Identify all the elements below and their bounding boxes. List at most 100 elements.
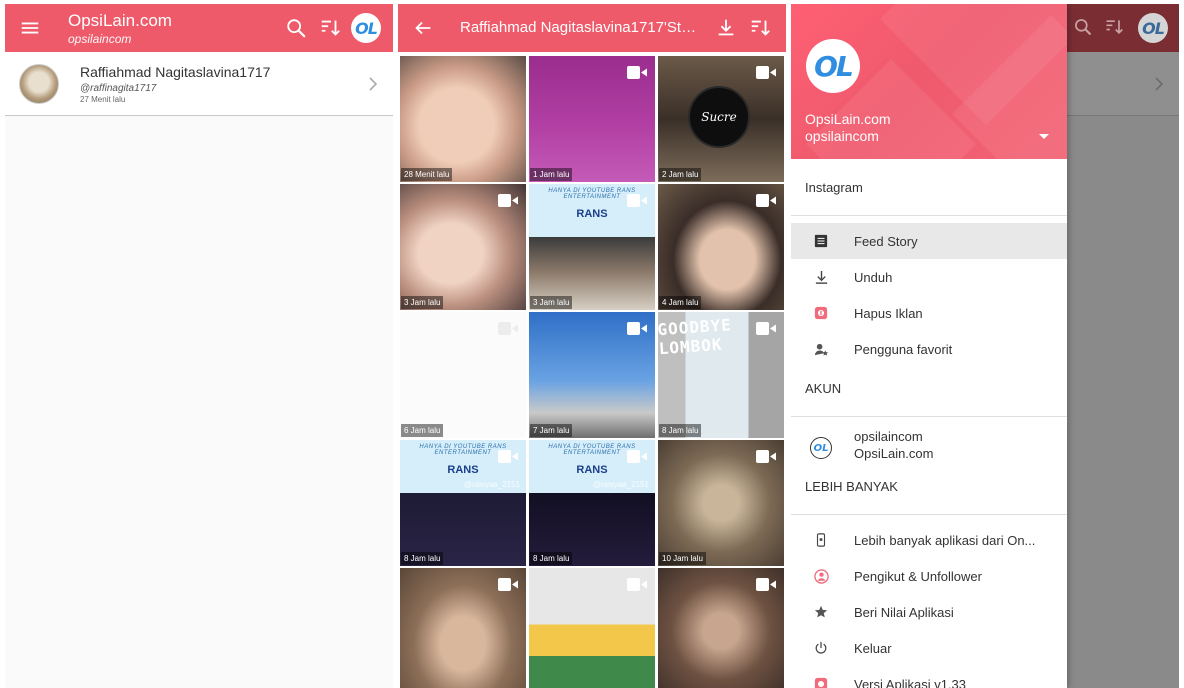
- app-title: OpsiLain.com: [68, 11, 172, 30]
- menu-label: Pengguna favorit: [854, 342, 953, 357]
- story-tile[interactable]: 1 Jam lalu: [529, 56, 655, 182]
- watermark-text: @raisyaa_2151: [463, 480, 520, 489]
- story-tile[interactable]: Sucre 2 Jam lalu: [658, 56, 784, 182]
- menu-item-feed-story[interactable]: Feed Story: [791, 223, 1067, 259]
- menu-label: Unduh: [854, 270, 893, 285]
- account-item[interactable]: OL opsilaincom OpsiLain.com: [791, 428, 1067, 468]
- story-time: 8 Jam lalu: [530, 552, 573, 565]
- sort-icon[interactable]: [748, 16, 772, 40]
- more-apps-icon: [813, 532, 829, 548]
- followers-icon: [813, 568, 829, 584]
- menu-label: Pengikut & Unfollower: [854, 569, 982, 584]
- video-icon: [627, 578, 647, 591]
- drawer-header: OL OpsiLain.com opsilaincom: [791, 4, 1067, 159]
- brand-text: RANS: [576, 208, 608, 220]
- video-icon: [756, 450, 776, 463]
- download-icon: [813, 269, 829, 285]
- avatar: [19, 64, 59, 104]
- story-tile[interactable]: HANYA DI YOUTUBE RANS ENTERTAINMENT RANS…: [529, 184, 655, 310]
- video-icon: [756, 66, 776, 79]
- app-bar: OpsiLain.com opsilaincom OL: [5, 4, 393, 52]
- menu-item-download[interactable]: Unduh: [791, 259, 1067, 295]
- power-icon: [813, 640, 829, 656]
- story-grid: 28 Menit lalu 1 Jam lalu Sucre 2 Jam lal…: [400, 56, 784, 688]
- story-time: 8 Jam lalu: [659, 424, 702, 437]
- story-tile[interactable]: 28 Menit lalu: [400, 56, 526, 182]
- section-instagram: Instagram: [805, 180, 863, 195]
- ad-banner: HANYA DI YOUTUBE RANS ENTERTAINMENT RANS…: [529, 440, 655, 493]
- navigation-drawer: OL OpsiLain.com opsilaincom Instagram Fe…: [791, 4, 1067, 688]
- story-tile[interactable]: HANYA DI YOUTUBE RANS ENTERTAINMENT RANS…: [529, 440, 655, 566]
- remove-ads-icon: [813, 305, 829, 321]
- menu-item-remove-ads[interactable]: Hapus Iklan: [791, 295, 1067, 331]
- feed-icon: [813, 233, 829, 249]
- search-icon[interactable]: [284, 16, 308, 40]
- video-icon: [627, 322, 647, 335]
- menu-item-rate-app[interactable]: Beri Nilai Aplikasi: [791, 594, 1067, 630]
- menu-label: Keluar: [854, 641, 892, 656]
- video-icon: [498, 450, 518, 463]
- video-icon: [756, 578, 776, 591]
- story-tile[interactable]: HANYA DI YOUTUBE RANS ENTERTAINMENT RANS…: [400, 440, 526, 566]
- story-tile[interactable]: 6 Jam lalu: [400, 312, 526, 438]
- story-time: 3 Jam lalu: [530, 296, 573, 309]
- story-time: 7 Jam lalu: [530, 424, 573, 437]
- profile-logo-icon[interactable]: OL: [351, 13, 381, 43]
- divider: [791, 215, 1067, 216]
- story-app-bar: Raffiahmad Nagitaslavina1717'Sto...: [398, 4, 786, 52]
- story-time: 8 Jam lalu: [401, 552, 444, 565]
- story-tile[interactable]: 7 Jam lalu: [529, 312, 655, 438]
- version-icon: [813, 676, 829, 688]
- drawer-logo-icon: OL: [806, 39, 860, 93]
- story-tile[interactable]: 10 Jam lalu: [658, 440, 784, 566]
- story-title: Raffiahmad Nagitaslavina1717'Sto...: [460, 19, 698, 36]
- video-icon: [627, 450, 647, 463]
- story-tile[interactable]: 4 Jam lalu: [658, 184, 784, 310]
- story-tile[interactable]: [529, 568, 655, 688]
- brand-text: RANS: [576, 464, 608, 476]
- logo-text: OL: [814, 49, 854, 83]
- ad-banner: HANYA DI YOUTUBE RANS ENTERTAINMENT RANS…: [400, 440, 526, 493]
- story-time: 2 Jam lalu: [659, 168, 702, 181]
- story-time: 28 Menit lalu: [401, 168, 453, 181]
- menu-item-version: Versi Aplikasi v1.33: [791, 666, 1067, 688]
- video-icon: [756, 194, 776, 207]
- story-tile[interactable]: [400, 568, 526, 688]
- menu-label: Feed Story: [854, 234, 918, 249]
- story-tile[interactable]: [658, 568, 784, 688]
- story-time: 1 Jam lalu: [530, 168, 573, 181]
- story-time: 6 Jam lalu: [401, 424, 444, 437]
- sort-icon[interactable]: [318, 16, 342, 40]
- download-icon[interactable]: [714, 16, 738, 40]
- story-time: 3 Jam lalu: [401, 296, 444, 309]
- back-arrow-icon[interactable]: [411, 16, 435, 40]
- menu-item-favorite-users[interactable]: Pengguna favorit: [791, 331, 1067, 367]
- ad-banner: HANYA DI YOUTUBE RANS ENTERTAINMENT RANS: [529, 184, 655, 237]
- story-tile[interactable]: 3 Jam lalu: [400, 184, 526, 310]
- chevron-right-icon: [369, 77, 378, 91]
- section-more: LEBIH BANYAK: [805, 479, 898, 494]
- menu-item-logout[interactable]: Keluar: [791, 630, 1067, 666]
- logo-text: OL: [355, 18, 378, 38]
- account-dropdown-icon[interactable]: [1039, 134, 1049, 139]
- video-icon: [756, 322, 776, 335]
- logo-text: OL: [813, 442, 829, 454]
- user-list-item[interactable]: Raffiahmad Nagitaslavina1717 @raffinagit…: [5, 52, 393, 116]
- user-list-screen: OpsiLain.com opsilaincom OL Raffiahmad N…: [5, 4, 393, 688]
- divider: [791, 416, 1067, 417]
- video-icon: [498, 322, 518, 335]
- menu-label: Hapus Iklan: [854, 306, 923, 321]
- story-tile[interactable]: GOODBYE LOMBOK 8 Jam lalu: [658, 312, 784, 438]
- menu-icon[interactable]: [18, 16, 42, 40]
- drawer-account-name: opsilaincom: [805, 128, 879, 144]
- story-grid-screen: Raffiahmad Nagitaslavina1717'Sto... 28 M…: [398, 4, 786, 688]
- account-name: OpsiLain.com: [854, 446, 934, 461]
- overlay-text: GOODBYE LOMBOK: [658, 315, 733, 359]
- menu-item-more-apps[interactable]: Lebih banyak aplikasi dari On...: [791, 522, 1067, 558]
- user-time: 27 Menit lalu: [80, 95, 126, 104]
- sucre-sign: Sucre: [688, 86, 750, 148]
- menu-item-followers[interactable]: Pengikut & Unfollower: [791, 558, 1067, 594]
- video-icon: [627, 194, 647, 207]
- account-handle: opsilaincom: [854, 429, 923, 444]
- app-subtitle: opsilaincom: [68, 32, 132, 46]
